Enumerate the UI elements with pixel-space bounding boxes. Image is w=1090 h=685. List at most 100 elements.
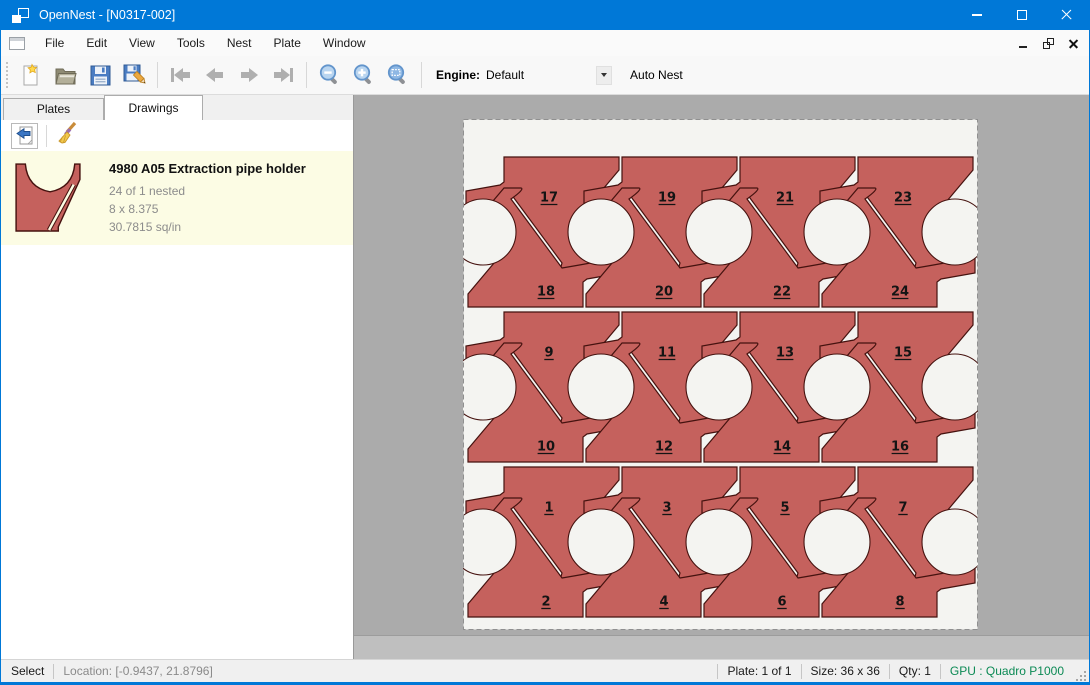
part-number-label: 3 [662, 501, 671, 516]
part-number-label: 12 [655, 440, 673, 455]
save-button[interactable] [83, 60, 117, 90]
zoom-in-icon [352, 63, 376, 87]
drawing-area: 30.7815 sq/in [109, 218, 306, 236]
close-button[interactable] [1044, 0, 1089, 30]
send-to-drawing-button[interactable] [11, 123, 38, 149]
drawing-nested-count: 24 of 1 nested [109, 182, 306, 200]
nest-canvas[interactable]: 171819202122232491011121314151612345678 [354, 95, 1089, 635]
status-size: Size: 36 x 36 [811, 664, 880, 678]
mdi-minimize-icon[interactable] [1018, 38, 1029, 49]
open-folder-icon [54, 63, 78, 87]
part-number-label: 1 [544, 501, 553, 516]
engine-combobox[interactable]: Default [486, 68, 524, 82]
main-toolbar: Engine: Default Auto Nest [1, 56, 1089, 95]
nav-first-button[interactable] [164, 60, 198, 90]
mdi-restore-icon[interactable] [1043, 38, 1054, 49]
part-number-label: 24 [891, 285, 909, 300]
save-icon [89, 64, 112, 87]
nav-first-icon [170, 67, 192, 83]
drawing-title: 4980 A05 Extraction pipe holder [109, 161, 306, 176]
menu-item-window[interactable]: Window [312, 32, 377, 54]
part-number-label: 22 [773, 285, 791, 300]
auto-nest-button[interactable]: Auto Nest [624, 63, 689, 87]
part-number-label: 6 [777, 595, 786, 610]
nav-next-icon [238, 67, 260, 83]
menu-bar: FileEditViewToolsNestPlateWindow [1, 30, 1089, 56]
open-button[interactable] [49, 60, 83, 90]
save-as-icon [122, 63, 146, 87]
pipe-hole [686, 509, 752, 575]
nav-next-button[interactable] [232, 60, 266, 90]
pipe-hole [804, 199, 870, 265]
nav-previous-button[interactable] [198, 60, 232, 90]
pipe-hole [686, 199, 752, 265]
part-number-label: 5 [780, 501, 789, 516]
sidebar-tabs: Plates Drawings [1, 95, 353, 120]
part-number-label: 4 [659, 595, 668, 610]
nav-last-button[interactable] [266, 60, 300, 90]
status-qty: Qty: 1 [899, 664, 931, 678]
clean-icon [55, 121, 79, 145]
zoom-fit-icon [386, 63, 410, 87]
plate[interactable]: 171819202122232491011121314151612345678 [463, 119, 978, 630]
status-mode: Select [11, 664, 44, 678]
menu: FileEditViewToolsNestPlateWindow [34, 32, 377, 54]
part-number-label: 2 [541, 595, 550, 610]
zoom-out-button[interactable] [313, 60, 347, 90]
tab-plates[interactable]: Plates [3, 98, 104, 120]
part-number-label: 23 [894, 191, 912, 206]
part-number-label: 11 [658, 346, 676, 361]
mdi-child-icon[interactable] [9, 37, 25, 50]
sidebar: Plates Drawings [1, 95, 354, 659]
minimize-button[interactable] [954, 0, 999, 30]
tab-drawings[interactable]: Drawings [104, 95, 203, 120]
part-number-label: 14 [773, 440, 791, 455]
toolbar-grip[interactable] [6, 62, 9, 88]
zoom-in-button[interactable] [347, 60, 381, 90]
part-number-label: 10 [537, 440, 555, 455]
send-to-drawing-icon [15, 125, 35, 146]
pipe-hole [686, 354, 752, 420]
new-document-button[interactable] [15, 60, 49, 90]
part-number-label: 9 [544, 346, 553, 361]
part-number-label: 20 [655, 285, 673, 300]
menu-item-view[interactable]: View [118, 32, 166, 54]
zoom-out-icon [318, 63, 342, 87]
status-location: Location: [-0.9437, 21.8796] [63, 664, 212, 678]
pipe-hole [568, 509, 634, 575]
part-number-label: 13 [776, 346, 794, 361]
part-number-label: 8 [895, 595, 904, 610]
save-as-button[interactable] [117, 60, 151, 90]
part-number-label: 17 [540, 191, 558, 206]
menu-item-tools[interactable]: Tools [166, 32, 216, 54]
part-number-label: 7 [898, 501, 907, 516]
menu-item-file[interactable]: File [34, 32, 75, 54]
sidebar-toolbar [1, 120, 353, 151]
maximize-button[interactable] [999, 0, 1044, 30]
app-cascade-icon [12, 8, 29, 23]
status-gpu: GPU : Quadro P1000 [950, 664, 1064, 678]
engine-label: Engine: [436, 68, 480, 82]
zoom-fit-button[interactable] [381, 60, 415, 90]
engine-dropdown-arrow[interactable] [596, 66, 612, 85]
part-number-label: 19 [658, 191, 676, 206]
mdi-close-icon[interactable] [1068, 38, 1079, 49]
part-number-label: 15 [894, 346, 912, 361]
app-window: OpenNest - [N0317-002] FileEditViewTools… [0, 0, 1090, 685]
menu-item-plate[interactable]: Plate [263, 32, 312, 54]
status-bar: Select Location: [-0.9437, 21.8796] Plat… [1, 659, 1089, 682]
part-number-label: 18 [537, 285, 555, 300]
pipe-hole [568, 354, 634, 420]
menu-item-nest[interactable]: Nest [216, 32, 263, 54]
resize-grip[interactable] [1072, 667, 1086, 681]
clean-button[interactable] [55, 121, 79, 150]
status-plate: Plate: 1 of 1 [727, 664, 791, 678]
pipe-hole [804, 509, 870, 575]
pipe-hole [804, 354, 870, 420]
part-number-label: 21 [776, 191, 794, 206]
horizontal-scrollbar[interactable] [354, 635, 1089, 659]
window-title: OpenNest - [N0317-002] [39, 8, 175, 22]
title-bar: OpenNest - [N0317-002] [1, 0, 1089, 30]
drawing-list-item[interactable]: 4980 A05 Extraction pipe holder 24 of 1 … [1, 151, 353, 245]
menu-item-edit[interactable]: Edit [75, 32, 118, 54]
